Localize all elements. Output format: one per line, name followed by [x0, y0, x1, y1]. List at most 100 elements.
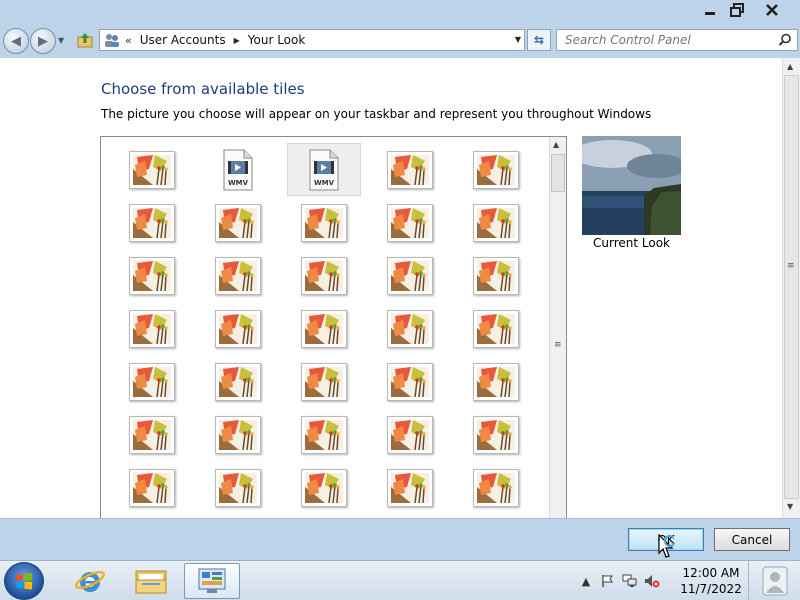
current-look-label: Current Look — [593, 236, 670, 250]
tile-option[interactable] — [287, 196, 361, 249]
tile-option[interactable] — [201, 302, 275, 355]
tile-image — [473, 203, 519, 242]
breadcrumb-user-accounts[interactable]: User Accounts — [140, 33, 226, 47]
mouse-cursor-icon — [658, 534, 674, 558]
tile-image — [301, 415, 347, 454]
tile-option[interactable] — [287, 249, 361, 302]
up-folder-icon[interactable] — [76, 31, 94, 49]
network-icon[interactable] — [622, 573, 638, 589]
tile-image — [473, 362, 519, 401]
tile-option[interactable] — [201, 196, 275, 249]
tile-image — [215, 203, 261, 242]
cancel-button[interactable]: Cancel — [714, 528, 790, 551]
tile-option[interactable] — [459, 196, 533, 249]
tile-image — [129, 203, 175, 242]
close-button[interactable] — [757, 0, 787, 20]
tile-option[interactable] — [287, 461, 361, 514]
tile-option[interactable] — [115, 408, 189, 461]
tile-image — [129, 362, 175, 401]
tile-option[interactable] — [201, 355, 275, 408]
page-scrollbar-thumb[interactable] — [784, 75, 799, 499]
tile-option[interactable] — [373, 355, 447, 408]
control-panel-icon — [198, 568, 226, 593]
dialog-button-bar: OK Cancel — [0, 518, 800, 560]
tile-option[interactable] — [373, 302, 447, 355]
search-box[interactable] — [556, 29, 798, 51]
tile-option[interactable] — [115, 461, 189, 514]
tile-image — [215, 256, 261, 295]
tile-image — [301, 468, 347, 507]
tile-picker[interactable]: WMV WMV ▲ ≡ — [100, 136, 567, 518]
refresh-button[interactable]: ⇆ — [527, 29, 551, 51]
user-avatar-button[interactable] — [748, 561, 800, 600]
page-scroll-grip-icon: ≡ — [787, 261, 795, 271]
minimize-button[interactable] — [695, 0, 725, 20]
breadcrumb-your-look[interactable]: Your Look — [248, 33, 306, 47]
tile-image — [301, 203, 347, 242]
tile-option[interactable] — [115, 143, 189, 196]
taskbar-windows-explorer[interactable] — [123, 563, 179, 599]
start-button[interactable] — [4, 562, 44, 600]
tile-image — [301, 256, 347, 295]
minimize-icon — [705, 11, 715, 15]
tile-option[interactable]: WMV — [287, 143, 361, 196]
breadcrumb-overflow[interactable]: « — [125, 34, 132, 47]
tile-option[interactable] — [201, 249, 275, 302]
system-clock[interactable]: 12:00 AM 11/7/2022 — [678, 565, 744, 597]
action-center-flag-icon[interactable] — [600, 573, 616, 589]
show-hidden-icons-button[interactable]: ▲ — [578, 573, 594, 589]
tile-option[interactable] — [287, 302, 361, 355]
tile-option[interactable] — [115, 355, 189, 408]
tile-option[interactable] — [459, 143, 533, 196]
tile-option[interactable] — [373, 249, 447, 302]
tile-option[interactable] — [459, 461, 533, 514]
tile-image — [215, 362, 261, 401]
tile-option[interactable] — [373, 143, 447, 196]
tile-image — [301, 309, 347, 348]
wmv-label: WMV — [314, 179, 335, 187]
back-button[interactable]: ◀ — [3, 28, 29, 54]
forward-button[interactable]: ▶ — [30, 28, 56, 54]
tile-option[interactable] — [287, 408, 361, 461]
tile-option[interactable] — [373, 461, 447, 514]
taskbar-internet-explorer[interactable] — [62, 563, 118, 599]
restore-button[interactable] — [722, 0, 752, 20]
breadcrumb-separator-icon[interactable]: ▶ — [234, 36, 240, 45]
tile-option[interactable] — [459, 408, 533, 461]
tile-option[interactable] — [201, 408, 275, 461]
tile-image — [129, 150, 175, 189]
page-scroll-up-icon[interactable]: ▲ — [787, 62, 793, 71]
search-icon[interactable] — [778, 33, 792, 47]
tile-option[interactable] — [459, 249, 533, 302]
tile-option[interactable] — [287, 355, 361, 408]
taskbar-control-panel[interactable] — [184, 563, 240, 599]
tile-image — [387, 415, 433, 454]
tile-option[interactable] — [459, 355, 533, 408]
tile-scrollbar[interactable]: ▲ ≡ — [549, 137, 566, 518]
tile-image — [473, 415, 519, 454]
tile-option[interactable] — [201, 461, 275, 514]
tile-option[interactable] — [459, 302, 533, 355]
tile-option[interactable] — [373, 408, 447, 461]
tile-option[interactable]: WMV — [201, 143, 275, 196]
address-bar[interactable]: « User Accounts ▶ Your Look ▼ — [99, 29, 525, 51]
page-scroll-down-icon[interactable]: ▼ — [787, 502, 793, 511]
tile-option[interactable] — [115, 302, 189, 355]
windows-start-icon — [16, 573, 32, 590]
refresh-icon: ⇆ — [533, 33, 545, 47]
tile-image — [129, 415, 175, 454]
user-accounts-icon — [105, 34, 119, 47]
address-dropdown-icon[interactable]: ▼ — [515, 35, 521, 44]
tile-scrollbar-thumb[interactable] — [551, 154, 565, 192]
taskbar: ▲ 12:00 AM 11/7/2022 — [0, 560, 800, 600]
page-scrollbar[interactable]: ▲ ≡ ▼ — [782, 58, 800, 518]
tile-option[interactable] — [115, 249, 189, 302]
search-input[interactable] — [557, 30, 767, 50]
tile-option[interactable] — [373, 196, 447, 249]
tile-option[interactable] — [115, 196, 189, 249]
volume-muted-icon[interactable] — [644, 573, 660, 589]
back-arrow-icon: ◀ — [11, 33, 21, 49]
recent-pages-dropdown[interactable]: ▼ — [58, 36, 64, 45]
scroll-up-icon[interactable]: ▲ — [553, 140, 559, 149]
tile-image — [301, 362, 347, 401]
